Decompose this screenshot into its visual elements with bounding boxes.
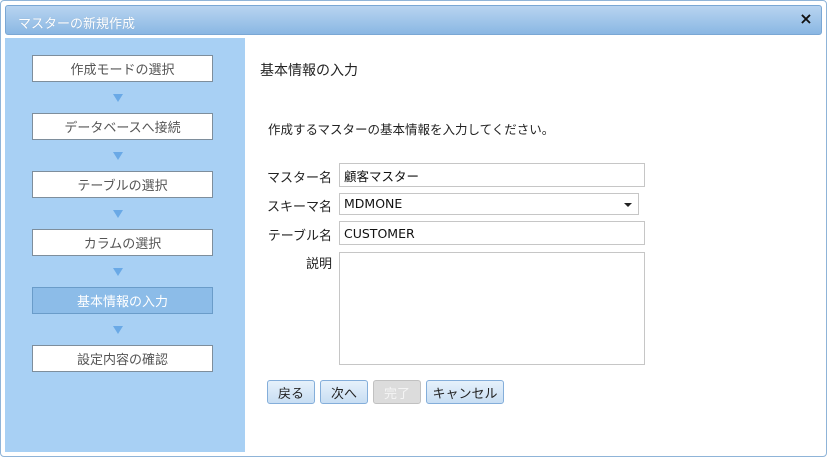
- step-basic-info: 基本情報の入力: [32, 287, 213, 314]
- schema-name-select[interactable]: MDMONE: [339, 193, 639, 215]
- step-arrow-icon: [113, 210, 123, 218]
- next-button[interactable]: 次へ: [320, 380, 368, 404]
- step-arrow-icon: [113, 94, 123, 102]
- chevron-down-icon: [624, 203, 632, 207]
- wizard-content: 基本情報の入力 作成するマスターの基本情報を入力してください。 マスター名 スキ…: [245, 38, 826, 456]
- schema-name-label: スキーマ名: [266, 200, 332, 215]
- section-title: 基本情報の入力: [260, 63, 358, 79]
- description-textarea[interactable]: [339, 252, 645, 365]
- step-select-mode: 作成モードの選択: [32, 55, 213, 82]
- step-arrow-icon: [113, 326, 123, 334]
- step-arrow-icon: [113, 268, 123, 276]
- master-name-input[interactable]: [339, 163, 645, 187]
- instruction-text: 作成するマスターの基本情報を入力してください。: [268, 122, 555, 137]
- step-arrow-icon: [113, 152, 123, 160]
- finish-button: 完了: [373, 380, 421, 404]
- table-name-input[interactable]: [339, 221, 645, 245]
- dialog-title: マスターの新規作成: [18, 17, 136, 32]
- new-master-dialog: マスターの新規作成 × 作成モードの選択 データベースへ接続 テーブルの選択 カ…: [0, 0, 827, 457]
- wizard-steps-sidebar: 作成モードの選択 データベースへ接続 テーブルの選択 カラムの選択 基本情報の入…: [5, 38, 245, 452]
- step-select-column: カラムの選択: [32, 229, 213, 256]
- step-connect-database: データベースへ接続: [32, 113, 213, 140]
- description-label: 説明: [305, 257, 332, 272]
- close-icon[interactable]: ×: [797, 10, 815, 28]
- step-confirm-settings: 設定内容の確認: [32, 345, 213, 372]
- table-name-label: テーブル名: [267, 229, 332, 244]
- cancel-button[interactable]: キャンセル: [426, 380, 504, 404]
- master-name-label: マスター名: [266, 171, 332, 186]
- schema-name-value: MDMONE: [344, 196, 403, 211]
- dialog-titlebar: マスターの新規作成 ×: [5, 5, 822, 35]
- step-select-table: テーブルの選択: [32, 171, 213, 198]
- back-button[interactable]: 戻る: [267, 380, 315, 404]
